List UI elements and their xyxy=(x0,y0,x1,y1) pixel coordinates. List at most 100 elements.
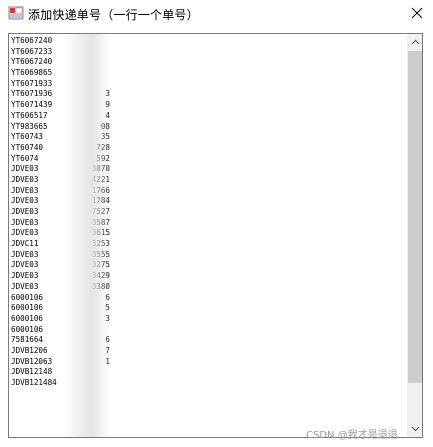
tracking-number-prefix: JDVE03 xyxy=(11,228,39,238)
tracking-number-prefix: YT983665 xyxy=(11,121,48,131)
tracking-number-line: JDVC11 3253 xyxy=(10,239,406,250)
tracking-number-suffix: 7527 xyxy=(91,207,110,216)
tracking-number-line: YT60740 728 xyxy=(10,143,406,154)
tracking-number-prefix: 6000106 xyxy=(11,303,44,313)
tracking-number-prefix: YT60740 xyxy=(11,142,44,152)
tracking-number-line: YT606517 4 xyxy=(10,111,406,122)
tracking-number-prefix: YT6067240 xyxy=(11,36,53,45)
tracking-number-line: YT6074 592 xyxy=(10,154,406,165)
watermark-text: CSDN @我才是退退 xyxy=(306,430,398,441)
tracking-number-prefix: JDVB12148 xyxy=(11,367,53,377)
tracking-number-line: JDVB1206 7 xyxy=(10,346,406,357)
tracking-number-prefix: JDVE03 xyxy=(11,174,39,184)
tracking-number-suffix: 3429 xyxy=(91,271,110,281)
tracking-number-line: YT6071936 3 xyxy=(10,89,406,100)
tracking-number-prefix: JDVE03 xyxy=(11,196,39,206)
tracking-number-prefix: YT60743 xyxy=(11,132,44,142)
tracking-number-suffix: 3615 xyxy=(91,228,110,238)
tracking-number-line: JDVB121484 xyxy=(10,378,406,389)
tracking-number-prefix: YT6074 xyxy=(11,153,39,163)
chevron-up-icon xyxy=(411,39,419,45)
tracking-number-suffix: 3870 xyxy=(91,164,110,174)
tracking-number-prefix: YT6067233 xyxy=(11,46,53,56)
chevron-down-icon xyxy=(411,426,419,432)
tracking-number-prefix: YT606517 xyxy=(11,110,48,120)
tracking-number-line: 7581664 6 xyxy=(10,335,406,346)
tracking-number-suffix: 1784 xyxy=(91,196,110,206)
tracking-number-line: JDVE03 1766 xyxy=(10,186,406,197)
tracking-number-line: YT983665 08 xyxy=(10,122,406,133)
tracking-number-suffix: 728 xyxy=(96,142,110,152)
close-button[interactable] xyxy=(402,0,432,26)
tracking-number-textarea[interactable]: YT6067240 YT6067233 YT6067240 YT6069865 YT60… xyxy=(8,33,423,438)
tracking-number-line: JDVE03 7527 xyxy=(10,207,406,218)
tracking-number-line: YT6067233 xyxy=(10,47,406,58)
tracking-number-line: 6000106 xyxy=(10,325,406,336)
tracking-number-prefix: JDVE03 xyxy=(11,271,39,281)
tracking-number-prefix: 6000106 xyxy=(11,324,44,334)
tracking-number-line: 6000106 5 xyxy=(10,303,406,314)
vertical-scrollbar[interactable] xyxy=(407,34,422,437)
tracking-number-prefix: YT6071439 xyxy=(11,100,53,110)
tracking-number-prefix: 6000106 xyxy=(11,313,44,323)
tracking-number-prefix: JDVB12063 xyxy=(11,356,53,366)
tracking-number-prefix: JDVE03 xyxy=(11,185,39,195)
tracking-number-line: JDVB12063 1 xyxy=(10,357,406,368)
tracking-number-suffix: 9 xyxy=(105,100,110,110)
tracking-number-prefix: JDVB1206 xyxy=(11,345,48,355)
tracking-number-suffix: 592 xyxy=(96,153,110,163)
tracking-number-suffix: 4 xyxy=(105,110,110,120)
tracking-number-line: YT6067240 xyxy=(10,57,406,68)
tracking-number-suffix: 7 xyxy=(105,345,110,355)
tracking-number-suffix: 35 xyxy=(100,132,110,142)
tracking-number-line: 6000106 3 xyxy=(10,314,406,325)
tracking-number-prefix: JDVE03 xyxy=(11,217,39,227)
tracking-number-prefix: YT6069865 xyxy=(11,68,53,78)
tracking-number-prefix: JDVC11 xyxy=(11,239,39,249)
tracking-number-suffix: 5 xyxy=(105,303,110,313)
tracking-number-line: YT6071933 xyxy=(10,79,406,90)
tracking-number-line: YT6067240 xyxy=(10,36,406,47)
scroll-down-button[interactable] xyxy=(407,421,422,437)
tracking-number-line: JDVE03 3870 xyxy=(10,164,406,175)
tracking-number-line: JDVE03 3275 xyxy=(10,260,406,271)
tracking-number-line: JDVE03 3587 xyxy=(10,218,406,229)
tracking-number-lines: YT6067240 YT6067233 YT6067240 YT6069865 YT60… xyxy=(10,36,406,389)
tracking-number-suffix: 3275 xyxy=(91,260,110,270)
dialog-window: 添加快递单号（一行一个单号） YT6067240 YT6067233 YT60672… xyxy=(0,0,433,447)
tracking-number-prefix: JDVE03 xyxy=(11,281,39,291)
tracking-number-prefix: JDVE03 xyxy=(11,249,39,259)
tracking-number-prefix: JDVE03 xyxy=(11,164,39,174)
tracking-number-line: JDVE03 3429 xyxy=(10,271,406,282)
tracking-number-prefix: JDVE03 xyxy=(11,207,39,216)
tracking-number-prefix: JDVB121484 xyxy=(11,378,57,387)
tracking-number-suffix: 3 xyxy=(105,89,110,99)
tracking-number-line: JDVE03 4221 xyxy=(10,175,406,186)
tracking-number-suffix: 3587 xyxy=(91,217,110,227)
tracking-number-line: JDVE03 3555 xyxy=(10,250,406,261)
tracking-number-suffix: 3555 xyxy=(91,249,110,259)
tracking-number-line: JDVE03 3615 xyxy=(10,228,406,239)
title-bar[interactable]: 添加快递单号（一行一个单号） xyxy=(0,0,433,30)
tracking-number-suffix: 3 xyxy=(105,313,110,323)
tracking-number-prefix: YT6067240 xyxy=(11,57,53,67)
tracking-number-suffix: 3253 xyxy=(91,239,110,249)
tracking-number-suffix: 4221 xyxy=(91,174,110,184)
tracking-number-line: JDVE03 1784 xyxy=(10,196,406,207)
tracking-number-prefix: 7581664 xyxy=(11,335,44,345)
tracking-number-line: JDVE03 3380 xyxy=(10,282,406,293)
tracking-number-suffix: 1 xyxy=(105,356,110,366)
close-icon xyxy=(411,7,423,19)
scroll-up-button[interactable] xyxy=(407,34,422,50)
tracking-number-suffix: 08 xyxy=(100,121,110,131)
tracking-number-line: YT60743 35 xyxy=(10,132,406,143)
tracking-number-prefix: YT6071933 xyxy=(11,78,53,88)
tracking-number-prefix: YT6071936 xyxy=(11,89,53,99)
tracking-number-suffix: 1766 xyxy=(91,185,110,195)
tracking-number-line: JDVB12148 xyxy=(10,367,406,378)
tracking-number-suffix: 6 xyxy=(105,335,110,345)
tracking-number-line: YT6069865 xyxy=(10,68,406,79)
tracking-number-suffix: 3380 xyxy=(91,281,110,291)
scroll-thumb[interactable] xyxy=(408,51,422,383)
tracking-number-line: 6000106 6 xyxy=(10,293,406,304)
